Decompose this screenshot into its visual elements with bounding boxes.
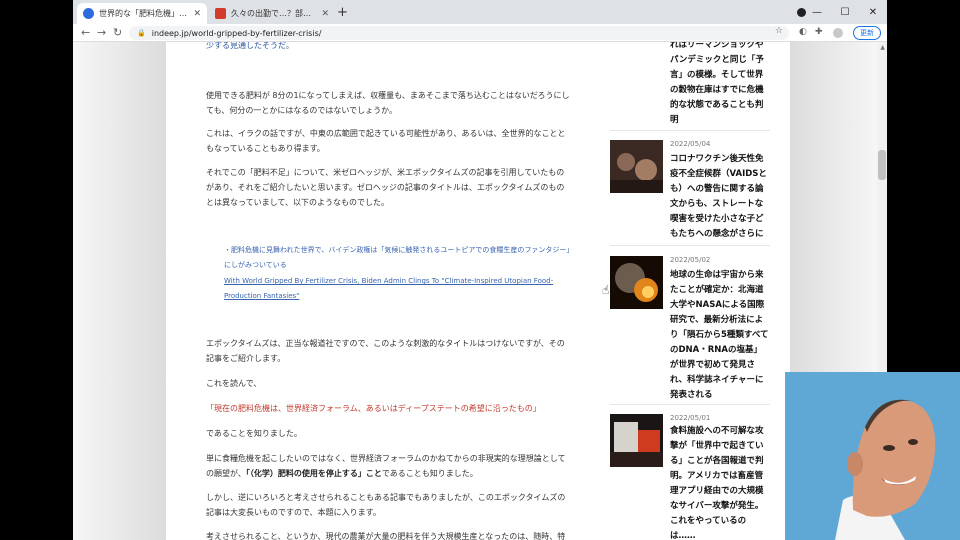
page-margin-left bbox=[73, 42, 166, 540]
star-icon[interactable]: ☆ bbox=[775, 26, 783, 36]
related-article-title[interactable]: コロナワクチン後天性免疫不全症候群（VAIDSとも）への警告に関する論文からも、… bbox=[670, 152, 770, 242]
forward-arrow-icon[interactable]: → bbox=[97, 26, 106, 39]
divider bbox=[610, 130, 770, 131]
page-viewport: 少する見通したそうだ。 使用できる肥料が 8分の1になってしまえば、収穫量も、ま… bbox=[73, 42, 887, 540]
lock-icon: 🔒 bbox=[137, 29, 146, 37]
browser-toolbar: ← → ↻ 🔒 indeep.jp/world-gripped-by-ferti… bbox=[73, 24, 887, 42]
article-thumbnail[interactable] bbox=[610, 256, 663, 309]
back-arrow-icon[interactable]: ← bbox=[81, 26, 90, 39]
plus-icon[interactable]: + bbox=[337, 5, 348, 20]
tab-strip: 世界的な「肥料危機」で世界経済 ✕ 久々の出勤で…？部の通勤電車が ✕ + — … bbox=[73, 0, 887, 24]
webcam-overlay bbox=[785, 372, 960, 540]
profile-avatar[interactable] bbox=[833, 28, 843, 38]
article-thumbnail[interactable] bbox=[610, 140, 663, 193]
article-paragraph: これを読んで、 bbox=[206, 379, 262, 388]
related-article-title[interactable]: 地球の生命は宇宙から来たことが確定か：北海道大学やNASAによる国際研究で、最新… bbox=[670, 268, 770, 403]
divider bbox=[610, 404, 770, 405]
extension-icon[interactable]: ◐ bbox=[799, 27, 807, 37]
scroll-up-arrow-icon[interactable]: ▲ bbox=[880, 44, 885, 51]
article-paragraph: 使用できる肥料が 8分の1になってしまえば、収穫量も、まあそこまで落ち込むことは… bbox=[206, 91, 570, 115]
article-highlight-quote: 「現在の肥料危機は、世界経済フォーラム、あるいはディープステートの希望に沿ったも… bbox=[206, 404, 541, 413]
article-paragraph: それでこの「肥料不足」について、米ゼロヘッジが、米エポックタイムズの記事を引用し… bbox=[206, 168, 565, 207]
tab-title: 世界的な「肥料危機」で世界経済 bbox=[99, 9, 189, 18]
article-paragraph: しかし、逆にいろいろと考えさせられることもある記事でもありましたが、このエポック… bbox=[206, 493, 566, 517]
update-button[interactable]: 更新 bbox=[853, 26, 881, 40]
related-article-date: 2022/05/01 bbox=[670, 414, 711, 422]
url-text: indeep.jp/world-gripped-by-fertilizer-cr… bbox=[151, 28, 322, 38]
article-paragraph-with-bold: 単に食糧危機を起こしたいのではなく、世界経済フォーラムのかねてからの非現実的な理… bbox=[206, 451, 572, 481]
article-bold-text: 「（化学）肥料の使用を停止する」こと bbox=[245, 469, 382, 478]
article-thumbnail[interactable] bbox=[610, 414, 663, 467]
article-paragraph: 少する見通したそうだ。 bbox=[206, 42, 294, 50]
tab-close-icon[interactable]: ✕ bbox=[193, 9, 201, 19]
quote-english-link[interactable]: With World Gripped By Fertilizer Crisis,… bbox=[224, 274, 572, 304]
tab-inactive[interactable]: 久々の出勤で…？部の通勤電車が ✕ bbox=[209, 3, 335, 24]
article-paragraph: 考えさせられること、というか、現代の農業が大量の肥料を伴う大規模生産となったのは… bbox=[206, 532, 566, 540]
site-favicon-icon bbox=[83, 8, 94, 19]
divider bbox=[610, 245, 770, 246]
quote-japanese-title: ・肥料危機に見舞われた世界で、バイデン政権は「気候に触発されるユートピアでの食糧… bbox=[224, 246, 570, 269]
browser-window: 世界的な「肥料危機」で世界経済 ✕ 久々の出勤で…？部の通勤電車が ✕ + — … bbox=[73, 0, 887, 540]
article-text: であることも知りました。 bbox=[381, 469, 478, 478]
tab-active[interactable]: 世界的な「肥料危機」で世界経済 ✕ bbox=[77, 3, 207, 24]
article-paragraph: エポックタイムズは、正当な報道社ですので、このような刺激的なタイトルはつけないで… bbox=[206, 339, 565, 363]
presenter-face-image bbox=[785, 372, 960, 540]
related-article-date: 2022/05/02 bbox=[670, 256, 711, 264]
reload-icon[interactable]: ↻ bbox=[113, 26, 122, 39]
site-favicon-icon bbox=[215, 8, 226, 19]
maximize-icon[interactable]: ☐ bbox=[831, 7, 859, 18]
article-paragraph: であることを知りました。 bbox=[206, 429, 302, 438]
tab-close-icon[interactable]: ✕ bbox=[321, 9, 329, 19]
related-article-title[interactable]: 食料施設への不可解な攻撃が「世界中で起きている」ことが各国報道で判明。アメリカで… bbox=[670, 424, 770, 540]
tab-title: 久々の出勤で…？部の通勤電車が bbox=[231, 9, 318, 18]
window-controls: — ☐ ✕ bbox=[803, 0, 887, 24]
cursor-icon: ☝ bbox=[602, 283, 610, 297]
scrollbar-thumb[interactable] bbox=[878, 150, 886, 180]
related-article-title[interactable]: れはリーマンショックやパンデミックと同じ「予言」の模様。そして世界の穀物在庫はす… bbox=[670, 42, 770, 128]
close-icon[interactable]: ✕ bbox=[859, 7, 887, 18]
article-paragraph: これは、イラクの話ですが、中東の広範囲で起きている可能性があり、あるいは、全世界… bbox=[206, 129, 566, 153]
puzzle-icon[interactable]: ✚ bbox=[815, 27, 823, 37]
minimize-icon[interactable]: — bbox=[803, 7, 831, 18]
address-bar[interactable]: 🔒 indeep.jp/world-gripped-by-fertilizer-… bbox=[129, 26, 789, 40]
related-article-date: 2022/05/04 bbox=[670, 140, 711, 148]
article-page: 少する見通したそうだ。 使用できる肥料が 8分の1になってしまえば、収穫量も、ま… bbox=[166, 42, 790, 540]
